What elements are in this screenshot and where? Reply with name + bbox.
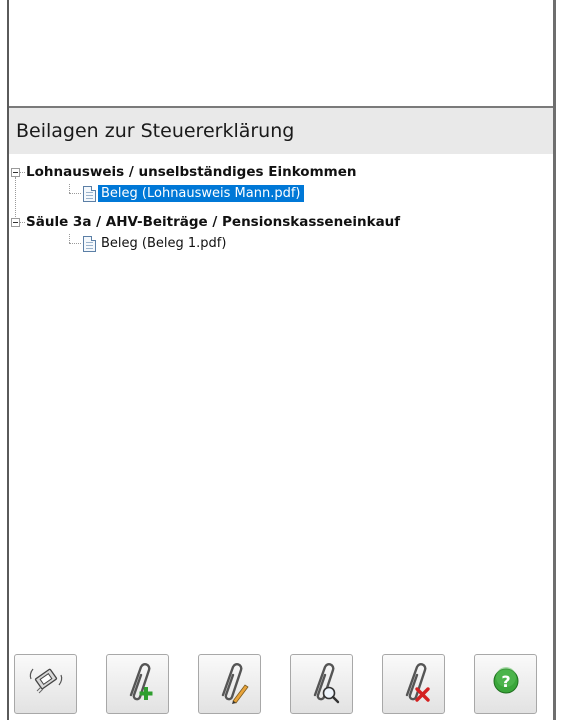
scan-button[interactable] <box>14 654 77 714</box>
collapse-icon[interactable] <box>11 218 20 227</box>
edit-attachment-button[interactable] <box>198 654 261 714</box>
tree-item-saeule-3a-beleg[interactable]: Beleg (Beleg 1.pdf) <box>98 235 229 252</box>
tree-group-lohnausweis[interactable]: Lohnausweis / unselbständiges Einkommen <box>26 164 357 180</box>
tree-group-saeule-3a[interactable]: Säule 3a / AHV-Beiträge / Pensionskassen… <box>26 214 400 230</box>
paperclip-delete-icon <box>405 663 430 702</box>
attachments-tree[interactable]: Lohnausweis / unselbständiges Einkommen … <box>9 156 553 646</box>
attachments-toolbar: ? <box>9 648 553 720</box>
view-attachment-button[interactable] <box>290 654 353 714</box>
window-right-margin <box>556 0 570 720</box>
tree-connector <box>69 243 81 244</box>
tree-item-lohnausweis-beleg[interactable]: Beleg (Lohnausweis Mann.pdf) <box>98 185 304 202</box>
add-attachment-button[interactable] <box>106 654 169 714</box>
tree-connector <box>69 193 81 194</box>
document-icon <box>83 236 96 252</box>
paperclip-add-icon <box>129 663 153 701</box>
help-icon: ? <box>493 667 519 694</box>
tree-connector <box>20 222 25 223</box>
tree-connector <box>20 172 25 173</box>
tree-connector <box>69 234 70 243</box>
svg-text:?: ? <box>501 672 510 691</box>
collapse-icon[interactable] <box>11 168 20 177</box>
document-icon <box>83 186 96 202</box>
attachments-window: Beilagen zur Steuererklärung Lohnausweis… <box>0 0 570 720</box>
paperclip-edit-icon <box>221 663 249 704</box>
delete-attachment-button[interactable] <box>382 654 445 714</box>
help-button[interactable]: ? <box>474 654 537 714</box>
tree-connector <box>69 184 70 193</box>
panel-title: Beilagen zur Steuererklärung <box>16 120 295 142</box>
paperclip-search-icon <box>313 663 340 704</box>
tree-connector <box>15 177 16 221</box>
scan-icon <box>29 668 63 694</box>
